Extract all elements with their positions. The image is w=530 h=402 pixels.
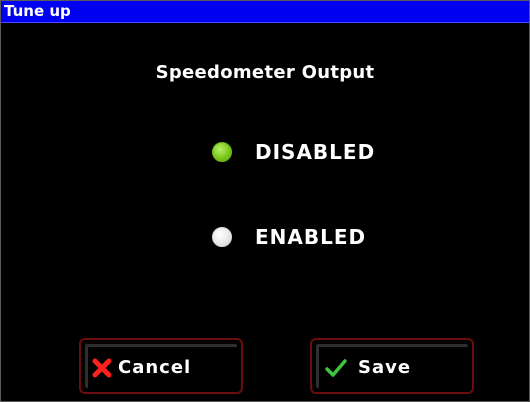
checkmark-icon (325, 357, 347, 379)
option-enabled[interactable]: ENABLED (212, 222, 366, 252)
page-heading: Speedometer Output (155, 62, 375, 83)
save-button-face[interactable]: Save (316, 344, 468, 388)
save-button[interactable]: Save (310, 338, 474, 394)
cancel-button-face[interactable]: Cancel (85, 344, 237, 388)
cancel-button[interactable]: Cancel (79, 338, 243, 394)
cancel-button-label: Cancel (118, 357, 192, 378)
radio-unselected-icon[interactable] (212, 227, 232, 247)
save-button-label: Save (358, 357, 412, 378)
window-title: Tune up (4, 2, 71, 20)
option-disabled-label: DISABLED (255, 140, 376, 164)
tune-up-window: Tune up Speedometer Output DISABLED ENAB… (0, 0, 530, 402)
option-enabled-label: ENABLED (255, 225, 367, 249)
title-bar: Tune up (1, 1, 529, 23)
close-x-icon (91, 357, 113, 379)
radio-selected-icon[interactable] (212, 142, 232, 162)
option-disabled[interactable]: DISABLED (212, 137, 375, 167)
